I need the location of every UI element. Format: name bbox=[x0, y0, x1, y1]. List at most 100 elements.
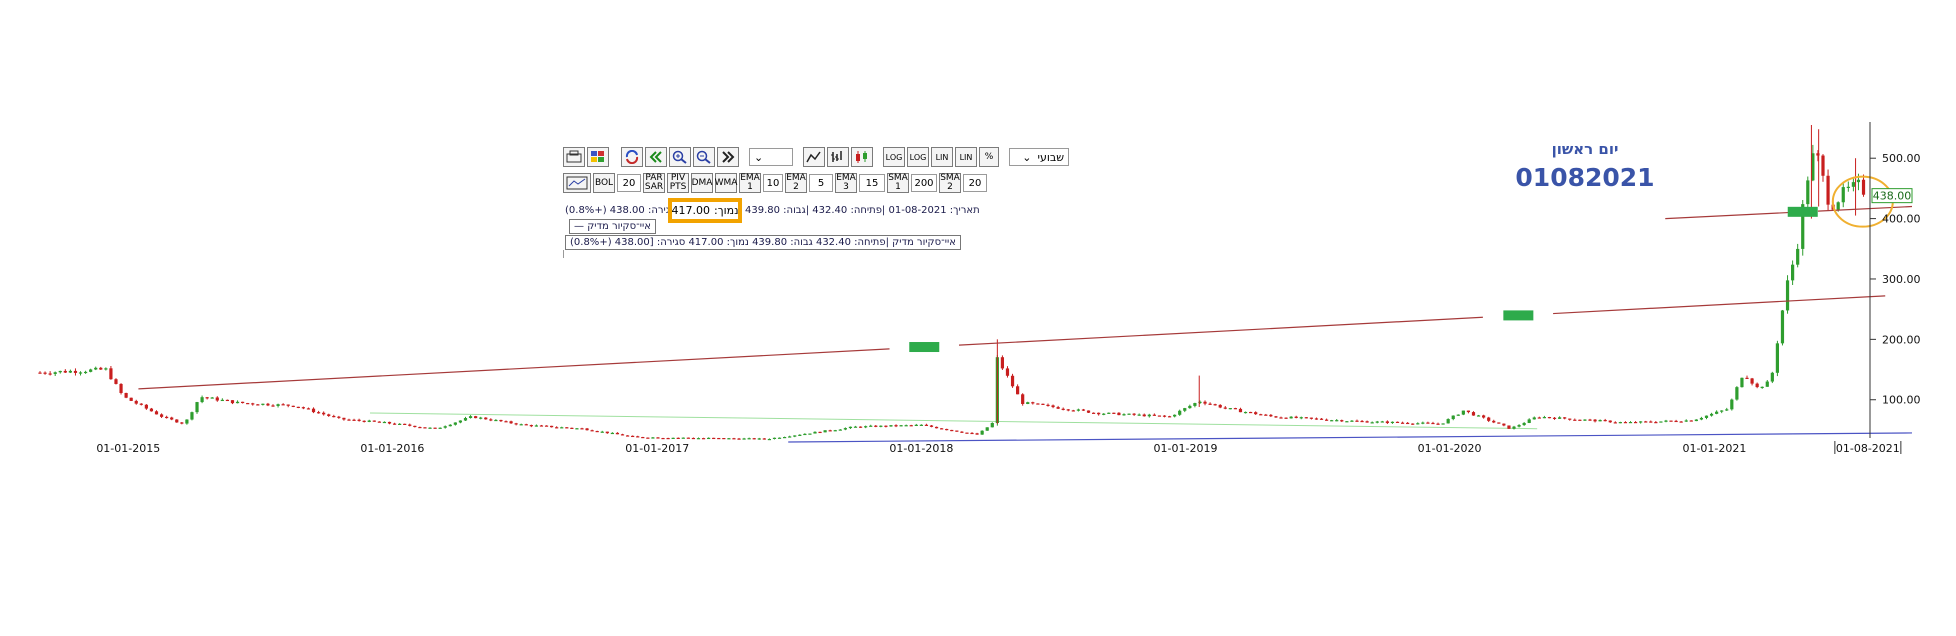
candle-body bbox=[1639, 421, 1643, 423]
candle-body bbox=[109, 368, 113, 380]
sma2-period-field[interactable]: 20 bbox=[963, 174, 987, 192]
candle-body bbox=[1411, 423, 1415, 425]
candle-body bbox=[165, 416, 169, 419]
candle-body bbox=[539, 425, 544, 427]
candle-body bbox=[1588, 419, 1592, 421]
sma2-button[interactable]: SMA 2 bbox=[939, 173, 961, 193]
sma1-period-field[interactable]: 200 bbox=[911, 174, 937, 192]
candle-body bbox=[1628, 422, 1633, 424]
candle-body bbox=[1694, 419, 1698, 422]
candle-body bbox=[1132, 413, 1136, 415]
candle-body bbox=[1147, 414, 1151, 417]
candle-body bbox=[256, 404, 260, 406]
day-annotation: יום ראשון bbox=[1551, 140, 1619, 158]
sma1-button[interactable]: SMA 1 bbox=[887, 173, 909, 193]
chart-settings-icon[interactable] bbox=[563, 173, 591, 193]
candle-body bbox=[1071, 410, 1075, 412]
candles-icon[interactable] bbox=[851, 147, 873, 167]
rewind-icon[interactable] bbox=[645, 147, 667, 167]
candle-body bbox=[1542, 417, 1547, 419]
candle-body bbox=[772, 437, 777, 439]
ema2-button[interactable]: EMA 2 bbox=[785, 173, 807, 193]
log-scale-button-1[interactable]: LOG bbox=[883, 147, 905, 167]
candle-body bbox=[1249, 411, 1253, 414]
candle-body bbox=[1324, 419, 1329, 421]
close-info: סגירה: 438.00 (+0.8%) bbox=[565, 205, 677, 216]
y-tick-label: 200.00 bbox=[1882, 333, 1921, 346]
dma-button[interactable]: DMA bbox=[691, 173, 713, 193]
low-label: נמוך: bbox=[714, 204, 739, 217]
candle-body bbox=[58, 370, 62, 373]
legend-item[interactable]: איי־סקיור מדיק — bbox=[569, 219, 656, 234]
candle-body bbox=[874, 425, 878, 427]
candle-body bbox=[783, 437, 787, 439]
candle-body bbox=[266, 403, 270, 406]
log-scale-button-2[interactable]: LOG bbox=[907, 147, 929, 167]
wma-button[interactable]: WMA bbox=[715, 173, 737, 193]
ema3-period-field[interactable]: 15 bbox=[859, 174, 885, 192]
candle-body bbox=[1760, 386, 1764, 389]
candle-body bbox=[43, 372, 47, 374]
candle-body bbox=[474, 416, 478, 419]
line-chart-icon[interactable] bbox=[803, 147, 825, 167]
candle-body bbox=[1005, 368, 1010, 376]
candle-body bbox=[610, 432, 614, 435]
interval-dropdown[interactable]: ⌄ bbox=[749, 148, 793, 166]
candle-body bbox=[1664, 420, 1668, 422]
candle-body bbox=[803, 433, 807, 436]
refresh-icon[interactable] bbox=[621, 147, 643, 167]
candle-body bbox=[1674, 420, 1678, 423]
candle-body bbox=[1117, 412, 1121, 416]
par-sar-button[interactable]: PAR SAR bbox=[643, 173, 665, 193]
candle-body bbox=[327, 414, 331, 416]
print-icon[interactable] bbox=[563, 147, 585, 167]
candle-body bbox=[215, 397, 219, 401]
candle-body bbox=[777, 437, 782, 439]
fast-forward-icon[interactable] bbox=[717, 147, 739, 167]
candle-body bbox=[484, 417, 488, 420]
candle-body bbox=[762, 438, 766, 440]
candle-body bbox=[666, 437, 670, 440]
candle-body bbox=[1593, 419, 1597, 422]
ema1-period-field[interactable]: 10 bbox=[763, 174, 783, 192]
bol-button[interactable]: BOL bbox=[593, 173, 615, 193]
piv-pts-button[interactable]: PIV PTS bbox=[667, 173, 689, 193]
bar-chart-icon[interactable] bbox=[827, 147, 849, 167]
candle-body bbox=[656, 437, 660, 439]
current-value-label: 438.00 bbox=[1873, 190, 1912, 203]
linear-scale-button-1[interactable]: LIN bbox=[931, 147, 953, 167]
candle-body bbox=[1846, 186, 1850, 188]
candle-body bbox=[1547, 417, 1552, 419]
candle-body bbox=[1689, 420, 1693, 422]
zoom-out-icon[interactable] bbox=[693, 147, 715, 167]
bol-period-field[interactable]: 20 bbox=[617, 174, 641, 192]
candle-body bbox=[1416, 423, 1420, 425]
candle-body bbox=[514, 423, 518, 425]
palette-icon[interactable] bbox=[587, 147, 609, 167]
candle-body bbox=[139, 403, 143, 405]
candle-body bbox=[1633, 422, 1638, 424]
period-dropdown[interactable]: שבועי ⌄ bbox=[1009, 148, 1069, 166]
candle-body bbox=[1431, 422, 1435, 425]
candle-body bbox=[1395, 421, 1400, 424]
candle-body bbox=[1223, 407, 1227, 409]
candle-body bbox=[767, 438, 772, 441]
candle-body bbox=[1319, 418, 1324, 420]
candle-body bbox=[1684, 420, 1688, 422]
candle-body bbox=[362, 420, 366, 422]
candle-body bbox=[691, 437, 696, 440]
linear-scale-button-2[interactable]: LIN bbox=[955, 147, 977, 167]
percent-button[interactable]: % bbox=[979, 147, 999, 167]
candle-body bbox=[565, 427, 569, 429]
candle-body bbox=[1360, 420, 1364, 423]
candle-body bbox=[970, 432, 974, 435]
candle-body bbox=[1745, 377, 1749, 379]
candle-body bbox=[1355, 420, 1359, 422]
candle-body bbox=[823, 430, 827, 433]
ema3-button[interactable]: EMA 3 bbox=[835, 173, 857, 193]
candle-body bbox=[732, 438, 736, 440]
candle-body bbox=[833, 430, 837, 432]
ema1-button[interactable]: EMA 1 bbox=[739, 173, 761, 193]
ema2-period-field[interactable]: 5 bbox=[809, 174, 833, 192]
zoom-in-icon[interactable] bbox=[669, 147, 691, 167]
